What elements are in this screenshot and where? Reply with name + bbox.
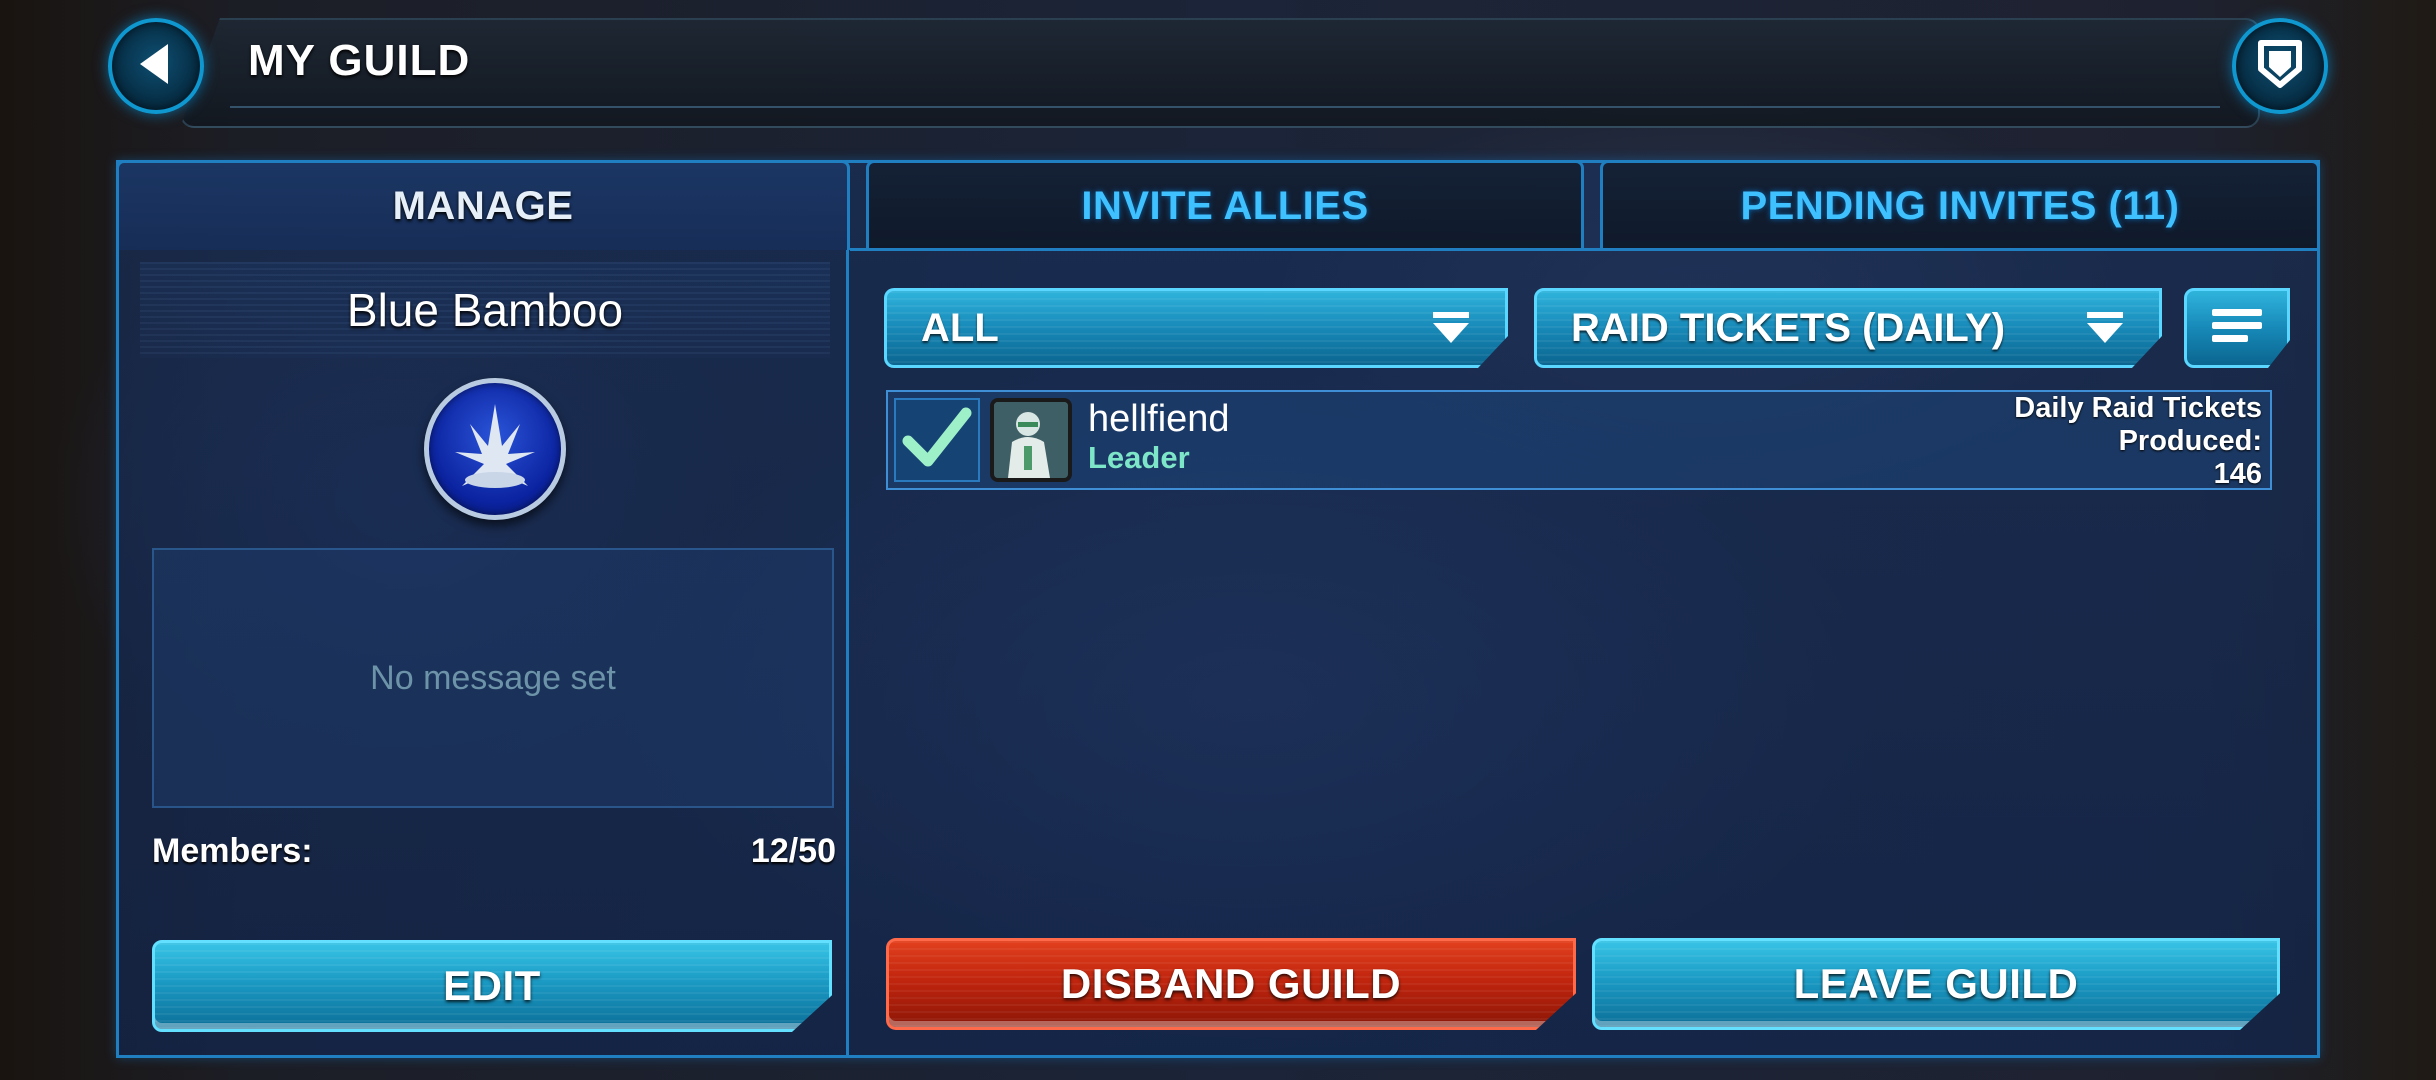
members-label: Members: <box>152 832 313 870</box>
tab-pending-invites[interactable]: PENDING INVITES (11) <box>1600 160 2320 250</box>
guild-name-band: Blue Bamboo <box>140 262 830 358</box>
tab-manage[interactable]: MANAGE <box>116 160 850 250</box>
page-title: MY GUILD <box>248 36 471 85</box>
member-filter-dropdown[interactable]: ALL <box>884 288 1508 368</box>
sort-dropdown[interactable]: RAID TICKETS (DAILY) <box>1534 288 2162 368</box>
guild-name: Blue Bamboo <box>346 284 624 336</box>
member-name: hellfiend <box>1088 398 1230 440</box>
edit-button-label: EDIT <box>443 962 541 1009</box>
edit-button[interactable]: EDIT <box>152 940 832 1032</box>
guild-message-text: No message set <box>370 658 616 697</box>
member-role: Leader <box>1088 440 1190 475</box>
tab-invite-allies[interactable]: INVITE ALLIES <box>866 160 1584 250</box>
back-arrow-icon <box>130 38 182 95</box>
tab-invite-allies-label: INVITE ALLIES <box>1081 184 1369 228</box>
member-filter-value: ALL <box>921 305 999 350</box>
list-options-button[interactable] <box>2184 288 2290 368</box>
member-select-checkbox[interactable] <box>894 398 980 482</box>
guild-message-box[interactable]: No message set <box>152 548 834 808</box>
checkmark-icon <box>902 405 972 476</box>
top-bar-underline <box>230 26 2220 108</box>
member-stat: Daily Raid Tickets Produced: 146 <box>1900 392 2262 491</box>
leave-guild-label: LEAVE GUILD <box>1793 960 2079 1007</box>
chevron-down-icon <box>1431 310 1471 346</box>
sort-dropdown-value: RAID TICKETS (DAILY) <box>1571 305 2006 350</box>
menu-lines-icon <box>2210 305 2264 352</box>
stat-value: 146 <box>2213 458 2262 490</box>
member-avatar <box>990 398 1072 482</box>
stat-label-line1: Daily Raid Tickets <box>2014 392 2262 424</box>
chevron-down-icon <box>2085 310 2125 346</box>
disband-guild-label: DISBAND GUILD <box>1060 960 1402 1007</box>
tab-pending-invites-label: PENDING INVITES (11) <box>1740 184 2180 228</box>
members-count: 12/50 <box>750 832 836 870</box>
guild-shield-button[interactable] <box>2232 18 2328 114</box>
leave-guild-button[interactable]: LEAVE GUILD <box>1592 938 2280 1030</box>
disband-guild-button[interactable]: DISBAND GUILD <box>886 938 1576 1030</box>
back-button[interactable] <box>108 18 204 114</box>
tab-divider-line <box>850 248 2320 251</box>
shield-icon <box>2253 37 2307 96</box>
column-divider <box>846 250 849 1058</box>
guild-emblem-icon <box>424 378 566 520</box>
stat-label-line2: Produced: <box>2118 425 2262 457</box>
tab-manage-label: MANAGE <box>392 184 574 228</box>
